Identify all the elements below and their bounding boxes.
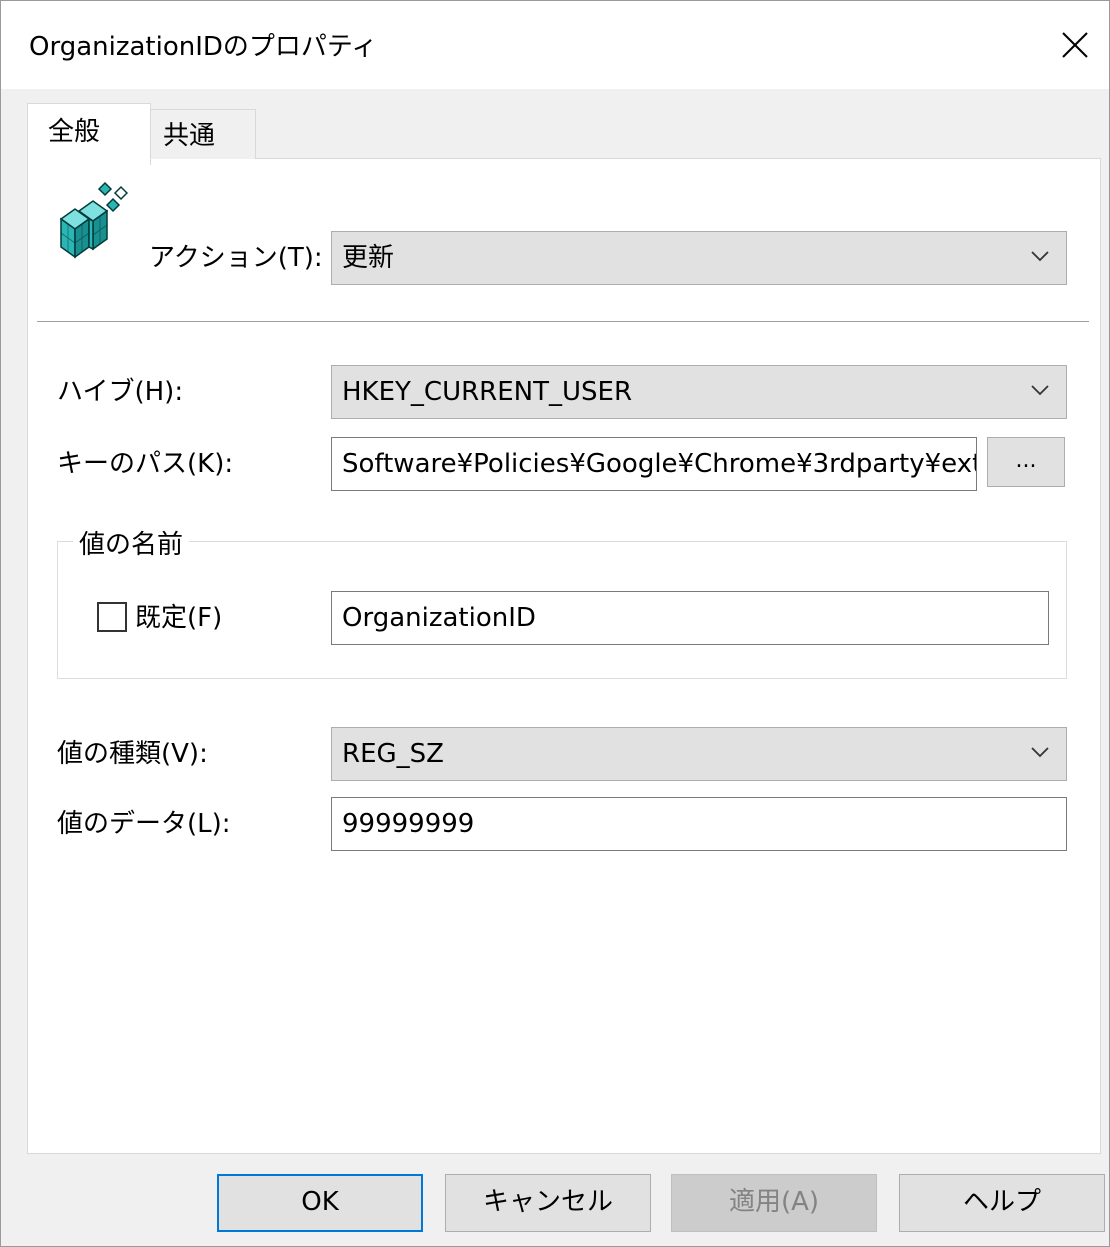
cancel-button[interactable]: キャンセル — [445, 1174, 651, 1232]
tab-label: 共通 — [163, 121, 216, 151]
title-bar: OrganizationIDのプロパティ — [1, 1, 1109, 89]
chevron-down-icon — [1031, 251, 1049, 262]
apply-button[interactable]: 適用(A) — [671, 1174, 877, 1232]
default-checkbox-label: 既定(F) — [135, 603, 223, 633]
help-button[interactable]: ヘルプ — [899, 1174, 1105, 1232]
value-data-label: 値のデータ(L): — [57, 809, 231, 839]
action-select[interactable]: 更新 — [331, 231, 1067, 285]
tab-label: 全般 — [48, 117, 101, 147]
registry-icon — [59, 181, 129, 259]
value-name-value: OrganizationID — [342, 603, 536, 633]
key-path-input[interactable]: Software¥Policies¥Google¥Chrome¥3rdparty… — [331, 437, 977, 491]
value-type-label: 値の種類(V): — [57, 739, 208, 769]
default-checkbox[interactable] — [97, 602, 127, 632]
chevron-down-icon — [1031, 385, 1049, 396]
value-type-select[interactable]: REG_SZ — [331, 727, 1067, 781]
hive-select-value: HKEY_CURRENT_USER — [342, 377, 633, 407]
properties-dialog: OrganizationIDのプロパティ 全般 共通 アクション(T): 更新 … — [0, 0, 1110, 1247]
value-data-input[interactable]: 99999999 — [331, 797, 1067, 851]
action-select-value: 更新 — [342, 243, 395, 273]
tab-general[interactable]: 全般 — [27, 103, 151, 165]
hive-select[interactable]: HKEY_CURRENT_USER — [331, 365, 1067, 419]
close-icon — [1062, 32, 1088, 58]
value-name-input[interactable]: OrganizationID — [331, 591, 1049, 645]
hive-label: ハイブ(H): — [57, 377, 184, 407]
browse-button[interactable]: ... — [987, 437, 1065, 487]
value-name-legend: 値の名前 — [73, 528, 190, 562]
key-path-label: キーのパス(K): — [57, 449, 234, 479]
action-label: アクション(T): — [149, 243, 323, 273]
chevron-down-icon — [1031, 747, 1049, 758]
ok-button[interactable]: OK — [217, 1174, 423, 1232]
tab-common[interactable]: 共通 — [150, 109, 256, 159]
value-type-select-value: REG_SZ — [342, 739, 444, 769]
value-data-value: 99999999 — [342, 809, 475, 839]
section-divider — [37, 321, 1089, 323]
window-title: OrganizationIDのプロパティ — [29, 32, 378, 62]
close-button[interactable] — [1039, 1, 1109, 89]
key-path-value: Software¥Policies¥Google¥Chrome¥3rdparty… — [342, 449, 977, 479]
